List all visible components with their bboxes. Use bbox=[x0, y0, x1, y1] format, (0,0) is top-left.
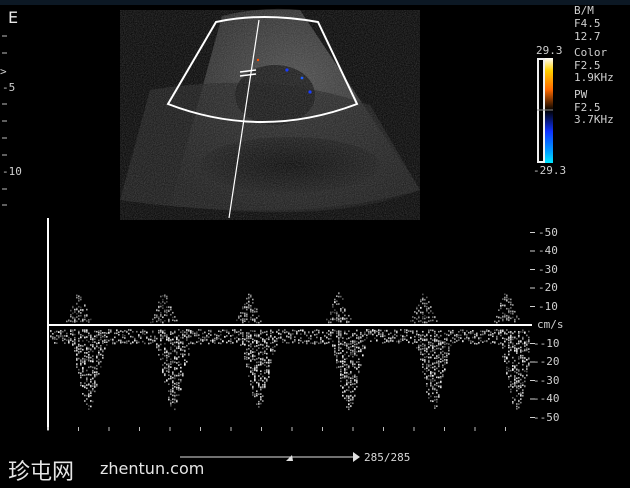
mode-letter: E bbox=[8, 8, 19, 27]
color-prf: 1.9KHz bbox=[574, 71, 614, 84]
watermark-site: zhentun.com bbox=[100, 459, 205, 478]
time-axis-ticks bbox=[47, 427, 506, 431]
color-title: Color bbox=[574, 46, 608, 59]
depth-mark-5: -5 bbox=[2, 81, 16, 94]
cine-frame-counter: 285/285 bbox=[364, 451, 411, 464]
color-scale-bar bbox=[537, 58, 553, 163]
depth-mark-10: -10 bbox=[2, 165, 22, 178]
velocity-label: -50 bbox=[538, 225, 558, 239]
cine-review-bar[interactable] bbox=[180, 452, 360, 462]
color-scale-max: 29.3 bbox=[536, 44, 563, 57]
bmode-image bbox=[120, 8, 420, 220]
velocity-label: -30 bbox=[538, 262, 558, 276]
velocity-label: --30 bbox=[533, 373, 560, 387]
pw-title: PW bbox=[574, 88, 588, 101]
focus-arrow: > bbox=[0, 65, 7, 78]
depth-ruler bbox=[2, 35, 7, 206]
color-scale-min: -29.3 bbox=[533, 164, 567, 177]
velocity-label: --40 bbox=[533, 392, 560, 405]
watermark-chinese: 珍屯网 bbox=[8, 460, 75, 485]
bmode-frequency: F4.5 bbox=[574, 17, 601, 30]
pw-prf: 3.7KHz bbox=[574, 113, 614, 126]
velocity-label: --20 bbox=[533, 355, 560, 368]
velocity-unit: cm/s bbox=[537, 318, 564, 331]
velocity-label: -40 bbox=[538, 244, 558, 257]
velocity-label: --50 bbox=[533, 410, 560, 424]
bmode-title: B/M bbox=[574, 4, 594, 17]
velocity-label: -20 bbox=[538, 281, 558, 294]
bmode-depth: 12.7 bbox=[574, 30, 601, 43]
velocity-label: --10 bbox=[533, 336, 560, 350]
velocity-label: -10 bbox=[538, 299, 558, 313]
spectral-doppler bbox=[47, 218, 535, 431]
